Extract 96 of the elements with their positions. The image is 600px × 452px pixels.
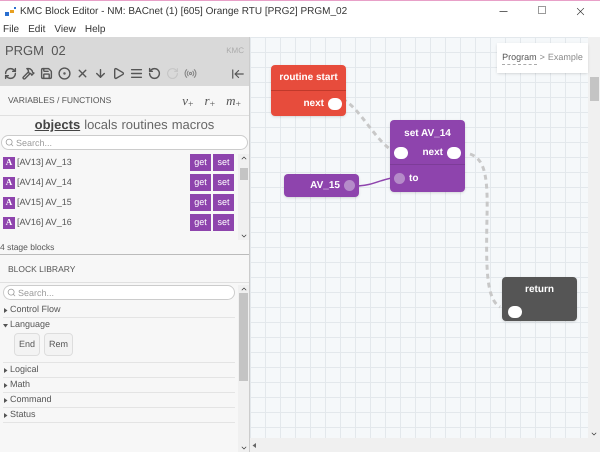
analog-badge: A <box>3 156 15 168</box>
variable-name: [AV15] AV_15 <box>17 196 73 209</box>
stop-circle-icon[interactable] <box>58 67 71 80</box>
set-block[interactable]: set AV_14 next to <box>390 120 465 192</box>
variable-tab[interactable]: routines <box>121 116 168 134</box>
window-title: KMC Block Editor - NM: BACnet (1) [605] Orange RTU [PRG2] PRGM_02 <box>20 5 348 19</box>
scroll-down-icon[interactable] <box>240 444 248 452</box>
undo-icon[interactable] <box>148 67 161 80</box>
port-label: to <box>409 172 418 186</box>
horizontal-scrollbar[interactable] <box>250 438 600 452</box>
return-block[interactable]: return <box>502 277 577 321</box>
add-variable-button[interactable]: v$_{+}$ <box>182 90 194 110</box>
close-icon[interactable] <box>76 67 89 80</box>
save-icon[interactable] <box>40 67 53 80</box>
play-icon[interactable] <box>112 67 125 80</box>
collapsed-caret-icon <box>3 368 8 372</box>
hammer-icon[interactable] <box>22 67 35 80</box>
program-title: PRGM 02 <box>5 42 66 60</box>
scroll-thumb[interactable] <box>240 168 248 180</box>
download-arrow-icon[interactable] <box>94 67 107 80</box>
variable-name: [AV13] AV_13 <box>17 156 73 169</box>
scroll-down-icon[interactable] <box>240 232 248 240</box>
collapsed-caret-icon <box>3 412 8 418</box>
variable-action-button[interactable]: set <box>213 154 234 171</box>
variable-tab[interactable]: objects <box>34 116 80 134</box>
section-title: BLOCK LIBRARY <box>8 263 76 276</box>
scroll-thumb[interactable] <box>590 77 598 101</box>
add-variable-button[interactable]: r$_{+}$ <box>204 90 216 110</box>
library-block-button[interactable]: End <box>14 333 40 356</box>
block-title: return <box>524 283 555 297</box>
library-category[interactable]: Status <box>3 408 235 422</box>
variable-tab[interactable]: macros <box>172 116 214 134</box>
value-block[interactable]: AV_15 <box>284 174 359 197</box>
breadcrumb-link[interactable]: Program <box>502 50 537 66</box>
section-title: VARIABLES / FUNCTIONS <box>8 94 112 107</box>
library-category[interactable]: Language <box>3 318 235 332</box>
scrollbar[interactable] <box>588 37 600 438</box>
analog-badge: A <box>3 216 15 228</box>
search-icon <box>7 288 16 297</box>
variable-action-button[interactable]: get <box>190 194 211 211</box>
variable-action-button[interactable]: set <box>213 214 234 231</box>
block-title: set AV_14 <box>403 127 452 141</box>
breadcrumb-separator: > <box>540 51 545 64</box>
add-variable-button[interactable]: m$_{+}$ <box>226 90 241 110</box>
close-icon[interactable] <box>574 5 587 18</box>
expanded-caret-icon <box>3 322 8 328</box>
variable-action-button[interactable]: set <box>213 194 234 211</box>
connector-port-icon[interactable] <box>508 306 522 318</box>
maximize-icon[interactable] <box>537 5 547 15</box>
connector-port-icon[interactable] <box>394 146 408 158</box>
scroll-up-icon[interactable] <box>240 285 248 293</box>
block-title: AV_15 <box>310 179 340 193</box>
collapsed-caret-icon <box>3 308 8 312</box>
menu-item[interactable]: Edit <box>28 22 46 37</box>
collapsed-caret-icon <box>3 398 8 402</box>
analog-badge: A <box>3 196 15 208</box>
search-icon <box>5 138 14 147</box>
menu-item[interactable]: View <box>54 22 76 37</box>
block-title: routine start <box>271 65 346 91</box>
menu-item[interactable]: File <box>3 22 20 37</box>
scrollbar[interactable] <box>238 285 249 452</box>
search-field[interactable]: Search... <box>1 135 248 150</box>
stage-count: 4 stage blocks <box>0 240 54 254</box>
refresh-icon[interactable] <box>4 67 17 80</box>
scroll-down-icon[interactable] <box>590 430 598 438</box>
scroll-thumb[interactable] <box>239 293 248 381</box>
search-field[interactable]: Search... <box>3 285 235 300</box>
variable-action-button[interactable]: get <box>190 174 211 191</box>
variable-name: [AV14] AV_14 <box>17 176 73 189</box>
collapse-panel-icon[interactable] <box>231 66 245 80</box>
library-category[interactable]: Control Flow <box>3 303 235 317</box>
variable-name: [AV16] AV_16 <box>17 216 73 229</box>
variable-action-button[interactable]: get <box>190 214 211 231</box>
connector-port-icon[interactable] <box>328 98 342 110</box>
variable-action-button[interactable]: set <box>213 174 234 191</box>
analog-badge: A <box>3 176 15 188</box>
menu-item[interactable]: Help <box>84 22 106 37</box>
lines-icon[interactable] <box>130 67 143 80</box>
block-canvas[interactable]: Program > Example routine start next set AV_14 next to AV_15 return <box>250 37 588 438</box>
routine-start-block[interactable]: routine start next <box>271 65 346 116</box>
connector-port-icon[interactable] <box>447 146 461 158</box>
port-label: next <box>422 146 443 160</box>
app-logo-icon <box>5 6 17 16</box>
library-category[interactable]: Command <box>3 393 235 407</box>
scroll-left-icon[interactable] <box>252 442 257 448</box>
breadcrumb-current: Example <box>548 51 583 64</box>
scrollbar[interactable] <box>238 154 249 240</box>
input-port-icon[interactable] <box>394 173 405 184</box>
collapsed-caret-icon <box>3 382 8 388</box>
variable-tab[interactable]: locals <box>84 116 118 134</box>
library-block-button[interactable]: Rem <box>44 333 74 356</box>
variable-action-button[interactable]: get <box>190 154 211 171</box>
library-category[interactable]: Logical <box>3 363 235 377</box>
library-category[interactable]: Math <box>3 378 235 392</box>
scroll-up-icon[interactable] <box>240 154 248 162</box>
port-label: next <box>303 97 324 111</box>
